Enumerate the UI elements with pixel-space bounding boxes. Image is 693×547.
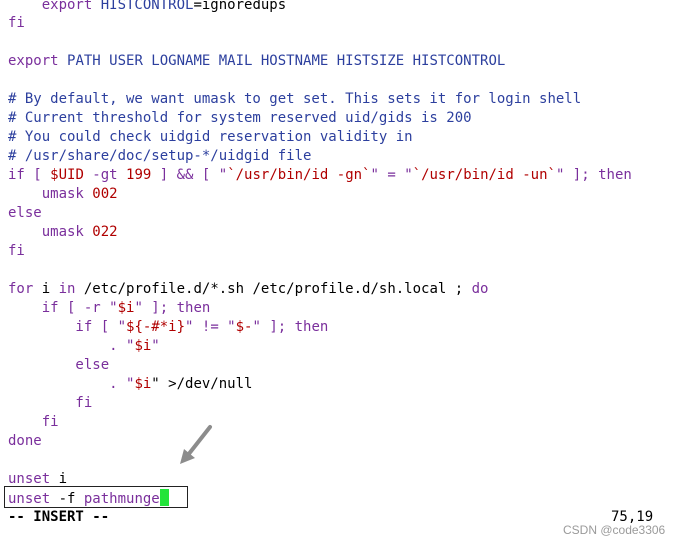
code-line-else: else bbox=[8, 205, 42, 221]
annotation-arrow-icon bbox=[180, 425, 212, 464]
code-line-1: export HISTCONTROL=ignoredups bbox=[8, 0, 287, 13]
comment-line-3: # You could check uidgid reservation val… bbox=[8, 129, 413, 145]
code-line-outer-fi: fi bbox=[8, 414, 59, 430]
code-line-done: done bbox=[8, 433, 42, 449]
code-line-if-uid: if [ $UID -gt 199 ] && [ "`/usr/bin/id -… bbox=[8, 167, 632, 183]
code-line-umask-002: umask 002 bbox=[8, 186, 118, 202]
annotation-highlight-box bbox=[4, 486, 188, 508]
code-line-2: fi bbox=[8, 15, 25, 31]
code-line-fi: fi bbox=[8, 243, 25, 259]
code-line-if-interactive: if [ "${-#*i}" != "$-" ]; then bbox=[8, 319, 329, 335]
code-line-source-null: . "$i" >/dev/null bbox=[8, 376, 253, 392]
code-line-inner-fi: fi bbox=[8, 395, 93, 411]
watermark: CSDN @code3306 bbox=[563, 523, 666, 537]
code-line-umask-022: umask 022 bbox=[8, 224, 118, 240]
comment-line-4: # /usr/share/doc/setup-*/uidgid file bbox=[8, 148, 312, 164]
comment-line-2: # Current threshold for system reserved … bbox=[8, 110, 472, 126]
comment-line-1: # By default, we want umask to get set. … bbox=[8, 91, 582, 107]
vim-editor[interactable]: export HISTCONTROL=ignoredups fi export … bbox=[0, 0, 693, 547]
code-line-inner-else: else bbox=[8, 357, 110, 373]
vim-mode-indicator: -- INSERT -- bbox=[8, 509, 110, 525]
code-line-4: export PATH USER LOGNAME MAIL HOSTNAME H… bbox=[8, 53, 506, 69]
code-line-for: for i in /etc/profile.d/*.sh /etc/profil… bbox=[8, 281, 489, 297]
code-line-if-r: if [ -r "$i" ]; then bbox=[8, 300, 211, 316]
code-line-source-i: . "$i" bbox=[8, 338, 160, 354]
